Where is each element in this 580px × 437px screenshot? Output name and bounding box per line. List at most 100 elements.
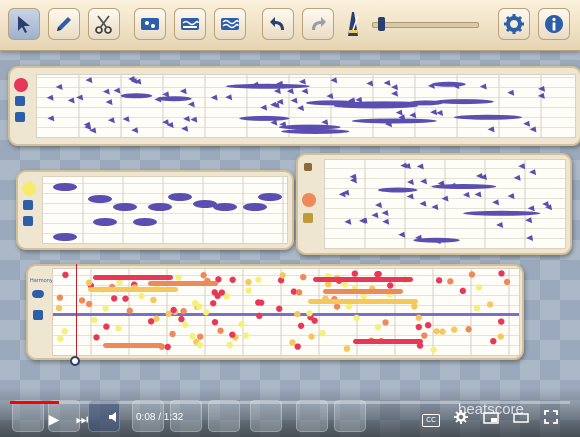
melody-note [415, 314, 422, 321]
violin-note [273, 88, 281, 95]
bass-note [93, 218, 117, 226]
bass-note [168, 193, 192, 201]
melody-note [255, 299, 262, 306]
instrument-icon[interactable] [32, 290, 44, 298]
redo-button[interactable] [302, 8, 334, 40]
violin-note [371, 212, 379, 219]
cc-button[interactable]: CC [422, 414, 440, 427]
melody-note [202, 309, 210, 316]
melody-note [178, 315, 185, 323]
instrument-icon[interactable] [23, 200, 33, 210]
redo-icon [312, 17, 326, 30]
play-icon: ▶ [48, 412, 60, 428]
melody-note [475, 284, 483, 291]
violin-note [187, 101, 195, 108]
violin-note [462, 191, 470, 198]
violin-score-sheet[interactable] [36, 74, 576, 138]
playhead-line [76, 264, 77, 360]
theater-button[interactable] [512, 410, 530, 430]
melody-long-note [103, 343, 163, 348]
player-settings-button[interactable] [452, 410, 470, 430]
melody-note [411, 303, 418, 310]
violin-note [406, 179, 414, 186]
violin-note [523, 120, 531, 127]
violin-note [286, 88, 294, 95]
zoom-slider-thumb[interactable] [378, 17, 386, 31]
melody-note [78, 297, 86, 304]
melody-note [333, 303, 341, 310]
melody-note [55, 304, 63, 312]
fullscreen-button[interactable] [542, 410, 560, 430]
mute-icon[interactable] [33, 310, 43, 320]
violin-note [529, 126, 537, 133]
instrument-icon[interactable] [15, 96, 25, 106]
violin-note [270, 101, 278, 108]
instrument-block-icon [141, 18, 159, 30]
melody-long-note [88, 287, 178, 292]
piano-score-sheet[interactable] [324, 159, 566, 249]
sustained-note [351, 118, 437, 124]
bass-score-sheet[interactable] [42, 176, 288, 244]
track-color-swatch[interactable] [14, 78, 28, 92]
violin-notes [46, 75, 546, 137]
violin-note [179, 88, 187, 95]
violin-note [46, 94, 54, 101]
undo-button[interactable] [262, 8, 294, 40]
violin-track-panel[interactable] [8, 66, 580, 146]
zoom-slider[interactable] [372, 17, 479, 31]
melody-long-note [148, 281, 218, 286]
piano-track-panel[interactable] [296, 153, 572, 255]
violin-note [260, 104, 268, 111]
settings-button[interactable] [498, 8, 530, 40]
tempo-button[interactable] [342, 10, 364, 38]
melody-note [85, 300, 93, 308]
violin-note [419, 200, 427, 207]
violin-note [382, 218, 390, 225]
melody-note [451, 326, 458, 333]
violin-note [507, 193, 515, 200]
info-button[interactable] [538, 8, 570, 40]
select-tool-button[interactable] [8, 8, 40, 40]
melody-note [498, 318, 505, 325]
ghost-toolbar-button [250, 400, 282, 432]
instrument-icon[interactable] [304, 163, 312, 171]
violin-note [513, 174, 521, 181]
melody-long-note [313, 277, 413, 282]
wave-tool-button[interactable] [214, 8, 246, 40]
track-color-swatch[interactable] [302, 193, 316, 207]
pencil-tool-button[interactable] [48, 8, 80, 40]
play-button[interactable]: ▶ [44, 410, 64, 430]
sustained-note [433, 99, 494, 105]
next-button[interactable]: ⏭ [72, 410, 92, 430]
violin-note [47, 115, 55, 122]
melody-note [93, 334, 100, 341]
piano-notes [338, 160, 553, 248]
bass-wave-tool-button[interactable] [174, 8, 206, 40]
bass-track-panel[interactable] [16, 170, 294, 250]
mute-icon[interactable] [23, 216, 33, 226]
violin-note [409, 112, 417, 119]
violin-note [527, 205, 535, 212]
mute-icon[interactable] [15, 112, 25, 122]
melody-note [189, 332, 196, 340]
melody-note [62, 271, 69, 279]
violin-note [406, 193, 414, 200]
track-color-swatch[interactable] [22, 182, 36, 196]
melody-note [295, 289, 303, 296]
melody-track-panel[interactable]: Harmony [26, 264, 524, 360]
melody-note [279, 272, 286, 279]
cc-icon: CC [426, 416, 436, 424]
melody-note [341, 281, 349, 288]
fullscreen-icon [544, 410, 558, 424]
melody-score-sheet[interactable] [52, 268, 520, 356]
violin-note [338, 191, 346, 198]
playhead-handle[interactable] [70, 356, 80, 366]
violin-note [496, 222, 504, 229]
mute-icon[interactable] [303, 213, 313, 223]
wave-block-icon [181, 18, 199, 30]
miniplayer-button[interactable] [482, 410, 500, 430]
scissors-tool-button[interactable] [88, 8, 120, 40]
melody-note [214, 292, 221, 300]
instrument-tool-button[interactable] [134, 8, 166, 40]
volume-button[interactable] [104, 410, 124, 430]
